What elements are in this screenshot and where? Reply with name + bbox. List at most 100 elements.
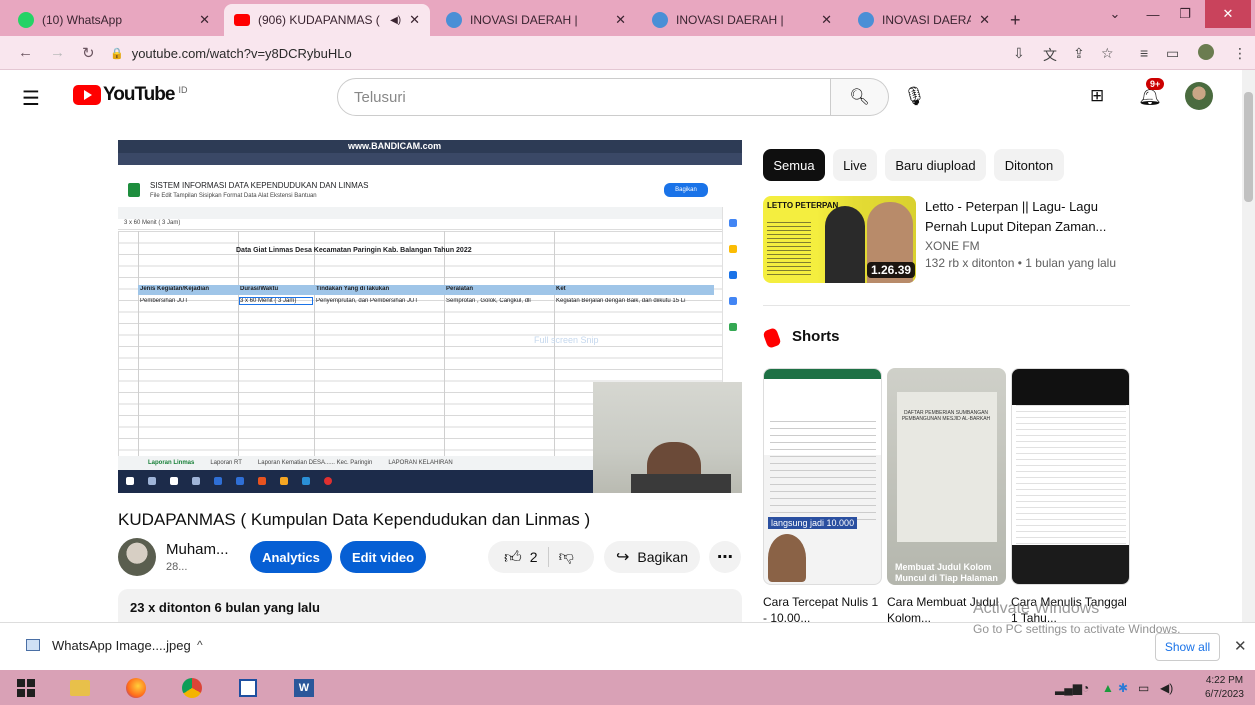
recommended-channel[interactable]: XONE FM bbox=[925, 239, 980, 253]
calendar-icon bbox=[729, 219, 737, 227]
close-tab-icon[interactable]: ✕ bbox=[821, 12, 832, 28]
audio-icon[interactable]: ◀) bbox=[390, 15, 401, 26]
edit-video-button[interactable]: Edit video bbox=[340, 541, 426, 573]
system-clock[interactable]: 4:22 PM 6/7/2023 bbox=[1205, 674, 1244, 702]
table-header-cell: Durasi/Waktu bbox=[240, 286, 279, 292]
youtube-play-icon bbox=[73, 85, 101, 105]
thumbnail-person bbox=[825, 206, 865, 283]
chip-watched[interactable]: Ditonton bbox=[994, 149, 1064, 181]
recommended-title[interactable]: Letto - Peterpan || Lagu- Lagu Pernah Lu… bbox=[925, 197, 1125, 237]
drive-icon[interactable]: ▲ bbox=[1102, 681, 1114, 695]
like-divider bbox=[547, 547, 549, 567]
video-player[interactable]: www.BANDICAM.com SISTEM INFORMASI DATA K… bbox=[118, 140, 742, 493]
browser-tab-inovasi-3[interactable]: INOVASI DAERAH | ✕ bbox=[848, 4, 1000, 36]
short-thumbnail-2[interactable]: DAFTAR PEMBERIAN SUMBANGAN PEMBANGUNAN M… bbox=[887, 368, 1006, 585]
more-actions-button[interactable]: ⋯ bbox=[709, 541, 741, 573]
table-title: Data Giat Linmas Desa Kecamatan Paringin… bbox=[236, 247, 472, 254]
profile-avatar-icon[interactable] bbox=[1198, 44, 1214, 60]
analytics-button[interactable]: Analytics bbox=[250, 541, 332, 573]
share-button[interactable]: ↪ Bagikan bbox=[604, 541, 700, 573]
short-thumbnail-1[interactable]: langsung jadi 10.000 bbox=[763, 368, 882, 585]
grid-col-line bbox=[444, 231, 445, 456]
window-close-icon[interactable]: ✕ bbox=[1205, 0, 1251, 28]
tab-label: INOVASI DAERAH | bbox=[882, 13, 972, 27]
sheet-tab: LAPORAN KELAHIRAN bbox=[388, 460, 453, 466]
reading-list-icon[interactable]: ≡ bbox=[1140, 45, 1148, 61]
bluetooth-icon[interactable]: ✱ bbox=[1118, 681, 1128, 695]
like-icon[interactable]: 👍︎ bbox=[504, 547, 522, 568]
table-header-cell: Peralatan bbox=[446, 286, 474, 292]
tasks-icon bbox=[729, 271, 737, 279]
taskbar-word[interactable]: W bbox=[290, 674, 318, 701]
folder-icon bbox=[70, 679, 90, 696]
excel-ribbon bbox=[764, 369, 881, 379]
minimize-icon[interactable]: — bbox=[1140, 0, 1166, 28]
signal-icon[interactable]: ▂▄▆ bbox=[1055, 681, 1082, 695]
browser-tab-youtube[interactable]: (906) KUDAPANMAS ( Kun ◀) ✕ bbox=[224, 4, 430, 36]
volume-icon[interactable]: ◀) bbox=[1160, 681, 1173, 695]
show-all-button[interactable]: Show all bbox=[1155, 633, 1220, 661]
browser-tab-strip: (10) WhatsApp ✕ (906) KUDAPANMAS ( Kun ◀… bbox=[0, 0, 1255, 36]
account-avatar[interactable] bbox=[1185, 82, 1213, 110]
grid-col-line bbox=[314, 231, 315, 456]
browser-tab-whatsapp[interactable]: (10) WhatsApp ✕ bbox=[8, 4, 220, 36]
taskbar-file-explorer[interactable] bbox=[66, 674, 94, 701]
chip-all[interactable]: Semua bbox=[763, 149, 825, 181]
thumbnail-text: LETTO PETERPAN bbox=[767, 201, 839, 210]
battery-icon[interactable]: ▭ bbox=[1138, 681, 1149, 695]
side-panel-icon[interactable]: ▭ bbox=[1166, 45, 1179, 62]
start-button[interactable] bbox=[12, 674, 40, 701]
search-button[interactable]: 🔍︎ bbox=[831, 78, 889, 116]
recommended-meta: 132 rb x ditonton • 1 bulan yang lalu bbox=[925, 256, 1117, 270]
new-tab-icon[interactable]: + bbox=[1010, 10, 1021, 31]
channel-name[interactable]: Muham... bbox=[166, 541, 229, 558]
create-video-icon[interactable]: ⊞ bbox=[1090, 86, 1104, 106]
youtube-logo[interactable]: YouTube ID bbox=[73, 84, 187, 106]
chevron-up-icon[interactable]: ^ bbox=[197, 638, 203, 652]
search-placeholder: Telusuri bbox=[354, 88, 406, 106]
close-tab-icon[interactable]: ✕ bbox=[979, 12, 990, 28]
short-dark-band bbox=[1012, 545, 1129, 584]
formula-bar: 3 x 60 Menit ( 3 Jam) bbox=[118, 220, 722, 230]
dislike-icon[interactable]: 👎︎ bbox=[559, 548, 574, 566]
chip-recently-uploaded[interactable]: Baru diupload bbox=[885, 149, 986, 181]
close-tab-icon[interactable]: ✕ bbox=[409, 12, 420, 28]
share-page-icon[interactable]: ⇪ bbox=[1073, 45, 1085, 62]
microphone-icon[interactable]: 🎙︎ bbox=[903, 86, 926, 107]
table-header-cell: Tindakan Yang di lakukan bbox=[316, 286, 390, 292]
share-arrow-icon: ↪ bbox=[616, 549, 630, 566]
translate-icon[interactable]: 文 bbox=[1043, 45, 1057, 65]
url-field[interactable]: 🔒 youtube.com/watch?v=y8DCRybuHLo bbox=[110, 41, 1000, 65]
lock-icon: 🔒 bbox=[110, 47, 124, 60]
close-tab-icon[interactable]: ✕ bbox=[199, 12, 210, 28]
close-icon[interactable]: ✕ bbox=[1234, 637, 1247, 655]
download-filename[interactable]: WhatsApp Image....jpeg bbox=[52, 638, 191, 653]
network-icon[interactable]: ◔ bbox=[1082, 681, 1089, 695]
channel-avatar[interactable] bbox=[118, 538, 156, 576]
menu-icon[interactable]: ☰ bbox=[22, 86, 40, 111]
taskbar-chrome[interactable] bbox=[178, 674, 206, 701]
browser-tab-inovasi-1[interactable]: INOVASI DAERAH | ✕ bbox=[436, 4, 636, 36]
table-header-cell: Ket bbox=[556, 286, 566, 292]
forward-icon[interactable]: → bbox=[50, 44, 65, 61]
browser-tab-inovasi-2[interactable]: INOVASI DAERAH | ✕ bbox=[642, 4, 842, 36]
close-tab-icon[interactable]: ✕ bbox=[615, 12, 626, 28]
search-input[interactable]: Telusuri bbox=[337, 78, 831, 116]
tab-search-icon[interactable]: ⌄ bbox=[1105, 0, 1125, 28]
install-icon[interactable]: ⇩ bbox=[1013, 45, 1025, 62]
back-icon[interactable]: ← bbox=[18, 44, 33, 61]
video-duration: 1.26.39 bbox=[867, 262, 916, 278]
bookmark-star-icon[interactable]: ☆ bbox=[1101, 45, 1114, 62]
maximize-icon[interactable]: ❐ bbox=[1172, 0, 1198, 28]
chip-live[interactable]: Live bbox=[833, 149, 877, 181]
short-title-1[interactable]: Cara Tercepat Nulis 1 - 10.00... bbox=[763, 594, 883, 622]
sheet-tab: Laporan Linmas bbox=[148, 460, 195, 466]
browser-menu-icon[interactable]: ⋮ bbox=[1233, 45, 1247, 62]
notifications-bell-icon[interactable]: 🔔︎ 9+ bbox=[1138, 78, 1165, 108]
taskbar-firefox[interactable] bbox=[122, 674, 150, 701]
reload-icon[interactable]: ↻ bbox=[82, 44, 95, 62]
region-code: ID bbox=[178, 85, 188, 95]
short-thumbnail-3[interactable] bbox=[1011, 368, 1130, 585]
scrollbar-thumb[interactable] bbox=[1244, 92, 1253, 202]
taskbar-snipping-tool[interactable] bbox=[234, 674, 262, 701]
